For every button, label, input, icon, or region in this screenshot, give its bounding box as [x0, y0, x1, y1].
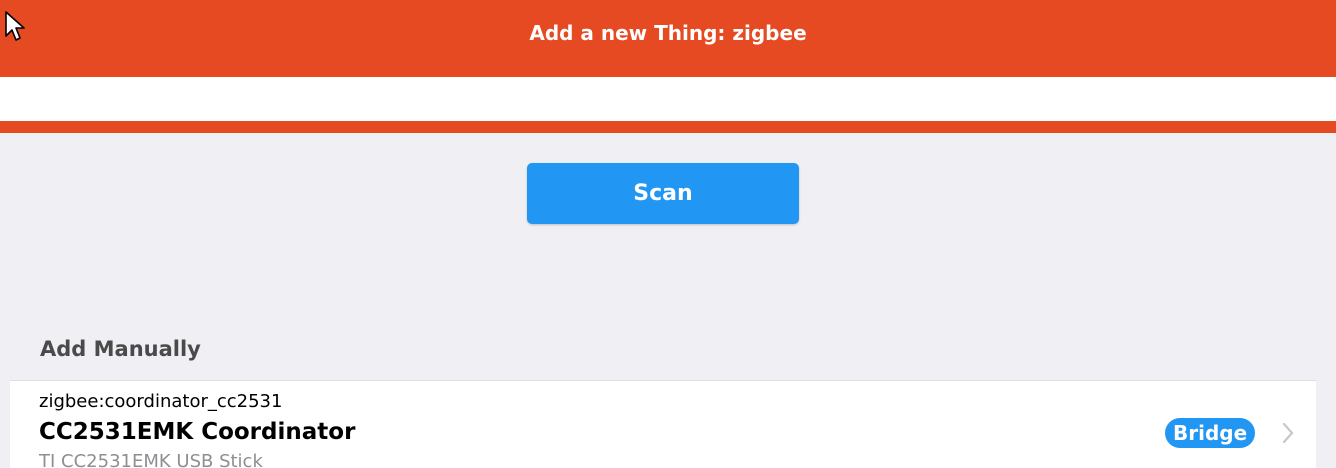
bridge-badge: Bridge — [1165, 418, 1256, 448]
thing-type-label: CC2531EMK Coordinator — [39, 419, 356, 445]
section-title-add-manually: Add Manually — [40, 337, 201, 361]
mouse-pointer-icon — [5, 11, 25, 41]
page-title: Add a new Thing: zigbee — [529, 20, 807, 45]
chevron-right-icon — [1282, 422, 1294, 444]
subnavbar-divider — [0, 121, 1336, 133]
scan-button[interactable]: Scan — [527, 163, 799, 224]
subnavbar — [0, 77, 1336, 121]
thing-type-description: TI CC2531EMK USB Stick — [39, 451, 263, 468]
page: Add a new Thing: zigbee Scan Add Manuall… — [0, 0, 1336, 468]
thing-type-uid: zigbee:coordinator_cc2531 — [39, 391, 283, 412]
thing-type-list-item[interactable]: zigbee:coordinator_cc2531 CC2531EMK Coor… — [10, 380, 1316, 468]
navbar: Add a new Thing: zigbee — [0, 0, 1336, 77]
